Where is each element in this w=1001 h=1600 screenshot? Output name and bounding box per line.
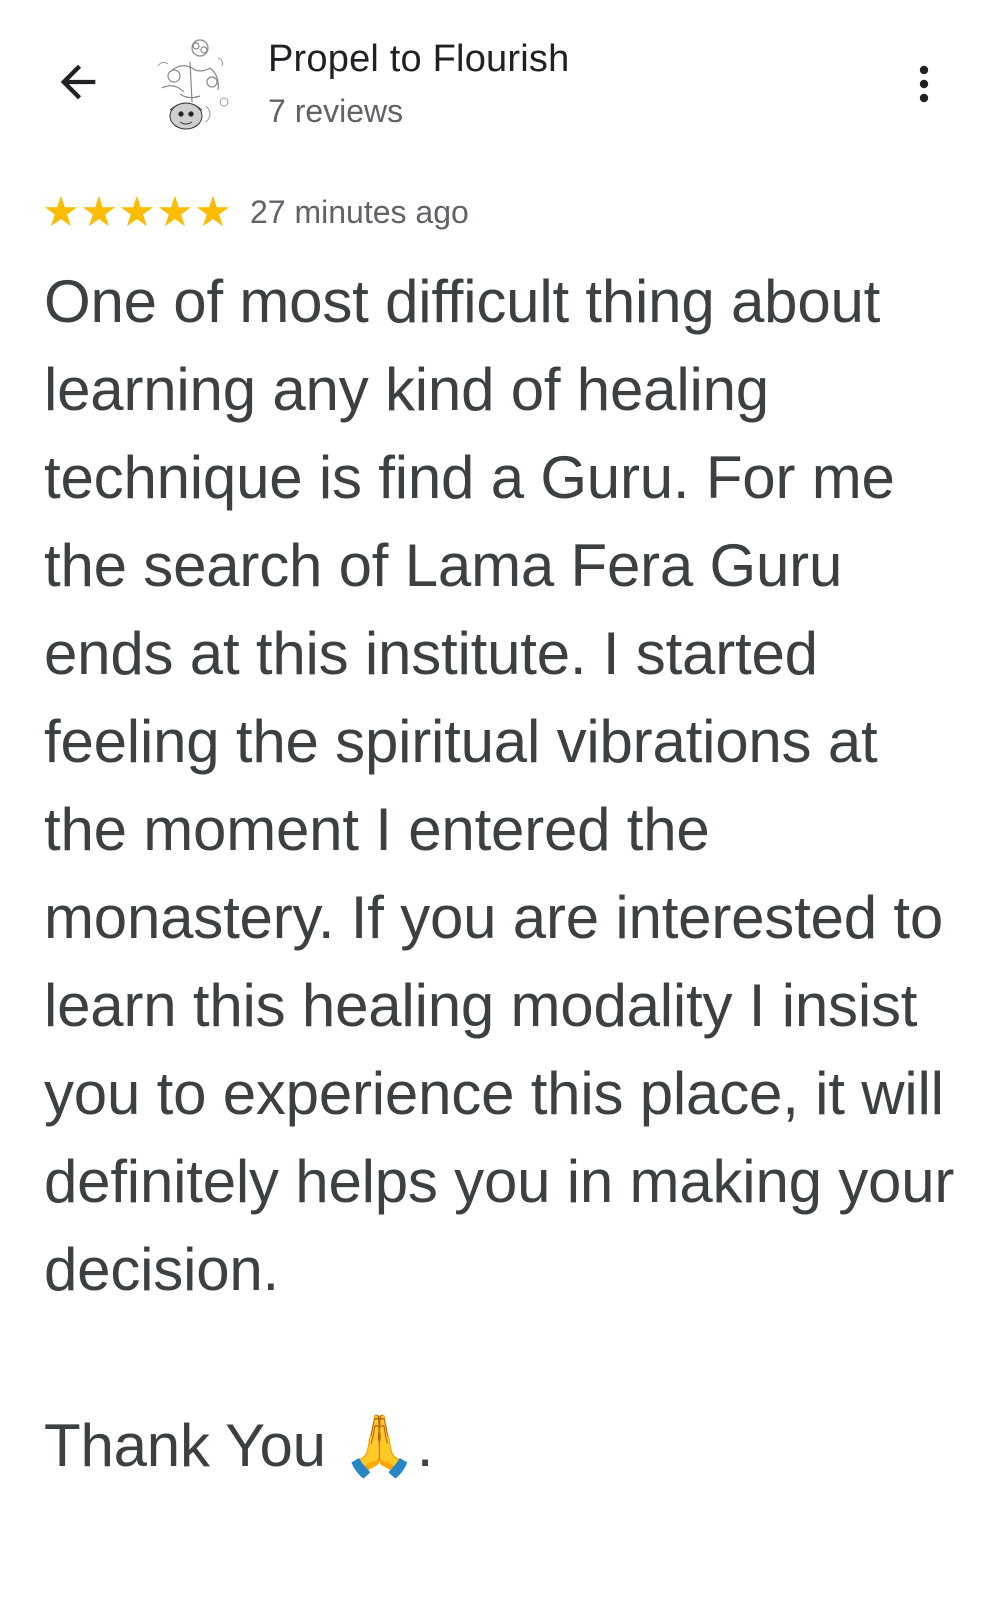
avatar[interactable] xyxy=(140,32,244,136)
star-icon: ★ xyxy=(156,187,194,236)
review-count: 7 reviews xyxy=(268,93,404,129)
rating-row: ★ ★ ★ ★ ★ 27 minutes ago xyxy=(42,186,469,238)
star-icon: ★ xyxy=(194,187,232,236)
place-logo-icon xyxy=(140,32,244,136)
star-icon: ★ xyxy=(118,187,156,236)
place-info: Propel to Flourish 7 reviews xyxy=(268,36,569,130)
more-vert-icon xyxy=(919,65,929,103)
review-detail-screen: Propel to Flourish 7 reviews ★ ★ ★ ★ ★ 27 mi… xyxy=(0,0,1001,1600)
star-icon: ★ xyxy=(80,187,118,236)
review-header: Propel to Flourish 7 reviews xyxy=(0,0,1001,150)
more-options-button[interactable] xyxy=(896,56,952,112)
review-text: One of most difficult thing about learni… xyxy=(44,268,955,1479)
star-rating: ★ ★ ★ ★ ★ xyxy=(42,191,232,233)
star-icon: ★ xyxy=(42,187,80,236)
arrow-back-icon xyxy=(60,64,96,100)
place-name[interactable]: Propel to Flourish xyxy=(268,36,569,82)
back-button[interactable] xyxy=(46,50,110,114)
review-time: 27 minutes ago xyxy=(250,193,469,230)
